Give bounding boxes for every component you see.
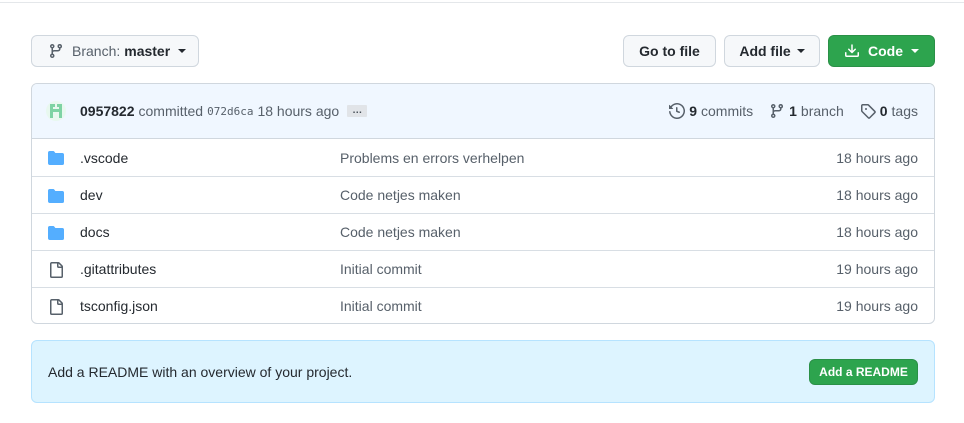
avatar[interactable]	[46, 101, 66, 121]
file-name-link[interactable]: .gitattributes	[80, 261, 156, 277]
add-file-label: Add file	[739, 43, 791, 59]
branch-value: master	[124, 43, 171, 59]
file-row[interactable]: .gitattributes Initial commit 19 hours ago	[32, 250, 934, 287]
tag-icon	[860, 103, 876, 119]
expand-commit-button[interactable]: …	[347, 105, 368, 117]
commit-message-link[interactable]: Problems en errors verhelpen	[340, 150, 524, 166]
file-age: 19 hours ago	[836, 298, 918, 314]
commit-author[interactable]: 0957822	[80, 103, 135, 119]
tags-link[interactable]: 0 tags	[860, 103, 918, 119]
commit-verb: committed	[138, 103, 204, 119]
file-age: 18 hours ago	[836, 187, 918, 203]
file-row[interactable]: docs Code netjes maken 18 hours ago	[32, 213, 934, 250]
git-branch-icon	[769, 103, 785, 119]
chevron-down-icon	[796, 49, 805, 53]
download-icon	[844, 43, 860, 59]
file-age: 18 hours ago	[836, 149, 918, 166]
git-branch-icon	[48, 43, 64, 59]
readme-text: Add a README with an overview of your pr…	[48, 363, 353, 380]
chevron-down-icon	[178, 49, 187, 53]
add-file-button[interactable]: Add file	[724, 35, 820, 67]
commits-link[interactable]: 9 commits	[669, 103, 753, 119]
file-age: 18 hours ago	[836, 224, 918, 240]
file-age: 19 hours ago	[836, 261, 918, 277]
tags-label: tags	[891, 103, 918, 119]
file-icon	[48, 262, 64, 278]
file-name-link[interactable]: .vscode	[80, 150, 128, 166]
commits-label: commits	[701, 103, 754, 119]
commit-time: 18 hours ago	[257, 103, 340, 119]
code-button[interactable]: Code	[828, 35, 935, 67]
chevron-down-icon	[911, 49, 919, 53]
go-to-file-button[interactable]: Go to file	[623, 35, 716, 67]
folder-icon	[48, 188, 64, 204]
add-readme-button[interactable]: Add a README	[809, 358, 918, 385]
folder-icon	[48, 225, 64, 241]
branch-selector-button[interactable]: Branch: master	[31, 35, 199, 67]
file-name-link[interactable]: docs	[80, 224, 110, 240]
file-row[interactable]: tsconfig.json Initial commit 19 hours ago	[32, 287, 934, 323]
file-row[interactable]: .vscode Problems en errors verhelpen 18 ho…	[32, 139, 934, 176]
branches-link[interactable]: 1 branch	[769, 103, 844, 119]
commit-sha[interactable]: 072d6ca	[207, 105, 253, 118]
branch-count-label: branch	[800, 103, 844, 119]
file-list-box: 0957822 committed 072d6ca 18 hours ago ……	[31, 83, 935, 324]
readme-banner: Add a README with an overview of your pr…	[31, 340, 935, 403]
commit-message-link[interactable]: Code netjes maken	[340, 187, 461, 203]
top-divider	[0, 0, 964, 3]
code-label: Code	[868, 43, 903, 59]
file-row[interactable]: dev Code netjes maken 18 hours ago	[32, 176, 934, 213]
folder-icon	[48, 150, 64, 166]
branch-label: Branch:	[72, 43, 121, 59]
commit-message-link[interactable]: Initial commit	[340, 298, 422, 314]
branch-count: 1	[789, 103, 797, 119]
commits-count: 9	[689, 103, 697, 119]
file-icon	[48, 299, 64, 315]
file-name-link[interactable]: dev	[80, 187, 103, 203]
history-icon	[669, 103, 686, 119]
file-rows: .vscode Problems en errors verhelpen 18 ho…	[32, 139, 934, 323]
commit-message-link[interactable]: Code netjes maken	[340, 224, 461, 240]
file-name-link[interactable]: tsconfig.json	[80, 298, 158, 314]
latest-commit-bar: 0957822 committed 072d6ca 18 hours ago ……	[32, 84, 934, 139]
commit-message-link[interactable]: Initial commit	[340, 261, 422, 277]
tags-count: 0	[879, 103, 888, 119]
